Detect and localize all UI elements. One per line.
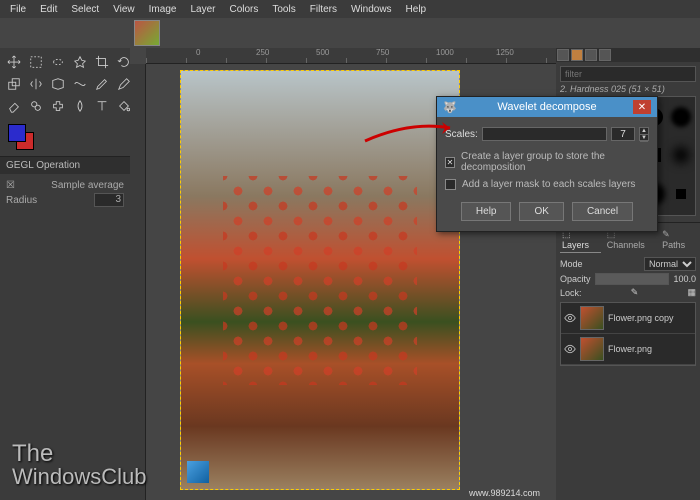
- scales-value[interactable]: 7: [611, 127, 635, 141]
- visibility-icon[interactable]: [564, 312, 576, 324]
- ruler-mark: 500: [316, 48, 329, 57]
- brush-preset[interactable]: [669, 175, 693, 213]
- dock-tab-icon[interactable]: [599, 49, 611, 61]
- clone-icon[interactable]: [26, 96, 46, 116]
- layer-name[interactable]: Flower.png: [608, 344, 652, 354]
- dock-tab-icon[interactable]: [557, 49, 569, 61]
- menu-help[interactable]: Help: [400, 2, 433, 17]
- menu-windows[interactable]: Windows: [345, 2, 398, 17]
- menu-edit[interactable]: Edit: [34, 2, 63, 17]
- foreground-color[interactable]: [8, 124, 26, 142]
- dock-tab-icon[interactable]: [571, 49, 583, 61]
- menu-bar: File Edit Select View Image Layer Colors…: [0, 0, 700, 18]
- ok-button[interactable]: OK: [519, 202, 563, 221]
- left-dock: GEGL Operation ☒ Sample average Radius 3: [0, 48, 130, 500]
- document-thumbnail[interactable]: [134, 20, 160, 46]
- gimp-icon: 🐺: [443, 101, 455, 113]
- opacity-label: Opacity: [560, 274, 591, 284]
- layer-mask-checkbox[interactable]: [445, 179, 456, 190]
- eraser-icon[interactable]: [4, 96, 24, 116]
- flip-tool-icon[interactable]: [26, 74, 46, 94]
- sample-avg-label: Sample average: [51, 180, 124, 191]
- brush-filter-input[interactable]: [560, 66, 696, 82]
- layer-mask-label: Add a layer mask to each scales layers: [462, 179, 635, 190]
- menu-image[interactable]: Image: [143, 2, 183, 17]
- scales-slider[interactable]: [482, 127, 607, 141]
- layer-group-checkbox[interactable]: ✕: [445, 157, 455, 168]
- cage-tool-icon[interactable]: [48, 74, 68, 94]
- fuzzy-select-icon[interactable]: [70, 52, 90, 72]
- source-url: www.989214.com: [469, 488, 540, 498]
- crop-tool-icon[interactable]: [92, 52, 112, 72]
- ruler-mark: 750: [376, 48, 389, 57]
- paintbrush-icon[interactable]: [92, 74, 112, 94]
- lock-label: Lock:: [560, 288, 582, 298]
- ruler-mark: 250: [256, 48, 269, 57]
- menu-view[interactable]: View: [107, 2, 141, 17]
- menu-filters[interactable]: Filters: [304, 2, 343, 17]
- color-swatch[interactable]: [0, 120, 130, 156]
- menu-colors[interactable]: Colors: [223, 2, 264, 17]
- toolbox: [0, 48, 130, 120]
- layers-panel: ⬚ Layers ⬚ Channels ✎ Paths Mode Normal …: [556, 222, 700, 500]
- layer-list: Flower.png copy Flower.png: [560, 302, 696, 366]
- ruler-vertical: [130, 64, 146, 500]
- move-tool-icon[interactable]: [4, 52, 24, 72]
- opacity-value: 100.0: [673, 274, 696, 284]
- free-select-icon[interactable]: [48, 52, 68, 72]
- warp-tool-icon[interactable]: [70, 74, 90, 94]
- visibility-icon[interactable]: [564, 343, 576, 355]
- watermark: The WindowsClub: [12, 442, 147, 488]
- gegl-panel: ☒ Sample average Radius 3: [0, 174, 130, 213]
- smudge-icon[interactable]: [70, 96, 90, 116]
- help-button[interactable]: Help: [461, 202, 512, 221]
- layer-row[interactable]: Flower.png copy: [561, 303, 695, 334]
- mode-label: Mode: [560, 259, 583, 269]
- dialog-title: Wavelet decompose: [461, 101, 633, 113]
- file-tab-strip: [0, 18, 700, 48]
- radius-label: Radius: [6, 195, 37, 206]
- mode-select[interactable]: Normal: [644, 257, 696, 271]
- scales-label: Scales:: [445, 129, 478, 140]
- scale-tool-icon[interactable]: [4, 74, 24, 94]
- brush-preset[interactable]: [669, 137, 693, 173]
- dialog-titlebar[interactable]: 🐺 Wavelet decompose ✕: [437, 97, 657, 117]
- lock-pixels-icon[interactable]: ✎: [631, 287, 639, 298]
- opacity-slider[interactable]: [595, 273, 670, 285]
- menu-select[interactable]: Select: [65, 2, 105, 17]
- wavelet-decompose-dialog: 🐺 Wavelet decompose ✕ Scales: 7 ▲▼ ✕ Cre…: [436, 96, 658, 232]
- tab-paths[interactable]: ✎ Paths: [660, 227, 696, 253]
- dock-tabs: [556, 48, 700, 62]
- menu-tools[interactable]: Tools: [266, 2, 301, 17]
- sample-avg-checkbox[interactable]: ☒: [6, 180, 15, 191]
- scales-spinner[interactable]: ▲▼: [639, 127, 649, 141]
- layer-name[interactable]: Flower.png copy: [608, 313, 674, 323]
- image-content: [181, 71, 459, 489]
- menu-layer[interactable]: Layer: [184, 2, 221, 17]
- radius-value[interactable]: 3: [94, 193, 124, 207]
- close-icon[interactable]: ✕: [633, 100, 651, 114]
- ruler-horizontal: 0 250 500 750 1000 1250: [146, 48, 556, 64]
- layer-thumbnail: [580, 337, 604, 361]
- heal-icon[interactable]: [48, 96, 68, 116]
- text-tool-icon[interactable]: [92, 96, 112, 116]
- ruler-mark: 1000: [436, 48, 454, 57]
- gegl-panel-title: GEGL Operation: [0, 156, 130, 174]
- canvas[interactable]: [180, 70, 460, 490]
- cancel-button[interactable]: Cancel: [572, 202, 633, 221]
- current-brush-label: 2. Hardness 025 (51 × 51): [560, 82, 696, 96]
- layer-group-label: Create a layer group to store the decomp…: [461, 151, 649, 173]
- layer-thumbnail: [580, 306, 604, 330]
- menu-file[interactable]: File: [4, 2, 32, 17]
- ruler-mark: 1250: [496, 48, 514, 57]
- ruler-mark: 0: [196, 48, 200, 57]
- rect-select-icon[interactable]: [26, 52, 46, 72]
- lock-alpha-icon[interactable]: ▦: [687, 287, 696, 298]
- brush-preset[interactable]: [669, 99, 693, 135]
- windows-tag-icon: [187, 461, 209, 483]
- layer-row[interactable]: Flower.png: [561, 334, 695, 365]
- dock-tab-icon[interactable]: [585, 49, 597, 61]
